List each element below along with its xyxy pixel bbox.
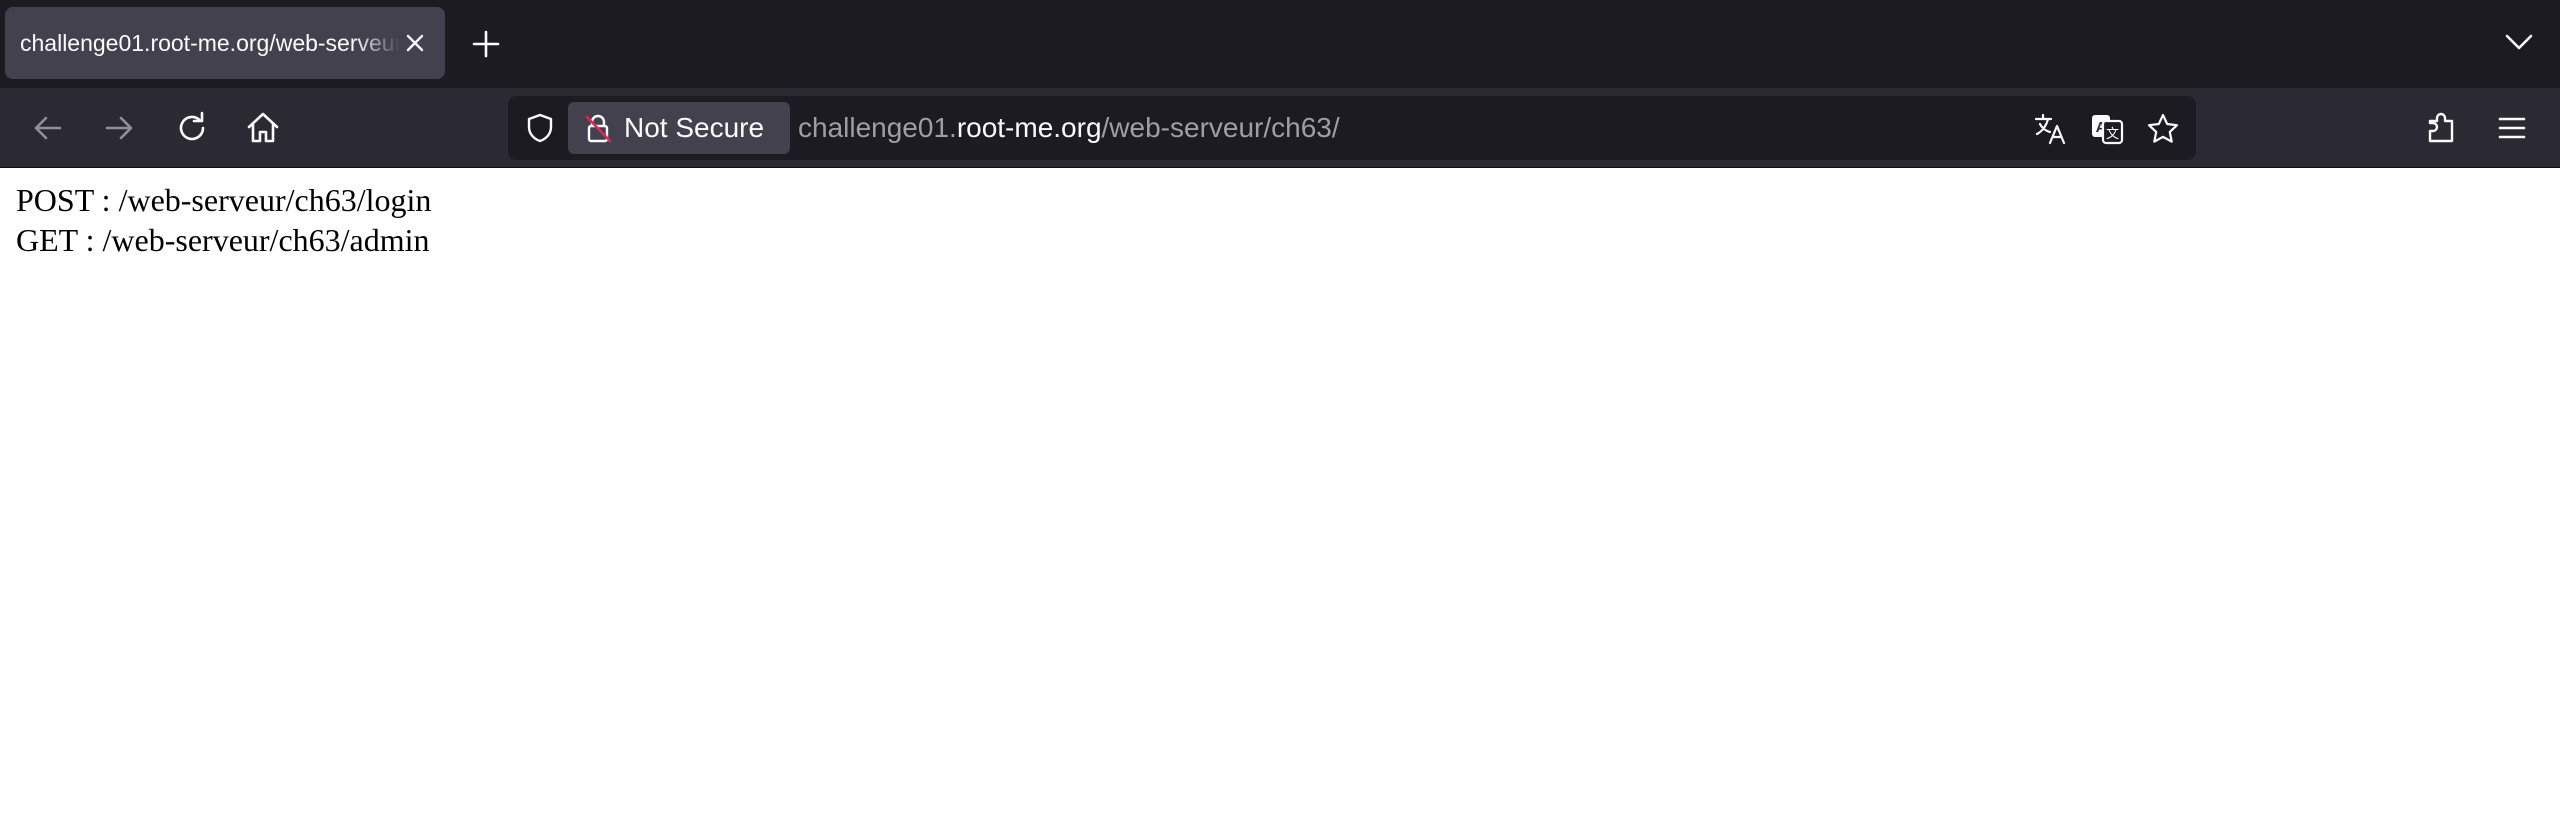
hamburger-menu-icon[interactable]: [2492, 108, 2532, 148]
star-icon[interactable]: [2146, 112, 2180, 146]
plus-icon[interactable]: [470, 28, 502, 60]
site-security-button[interactable]: Not Secure: [568, 102, 790, 154]
not-secure-label: Not Secure: [624, 112, 765, 143]
navigation-toolbar: Not Secure challenge01.root-me.org/web-s…: [0, 88, 2560, 168]
forward-arrow-icon[interactable]: [99, 108, 139, 148]
translate-icon[interactable]: [2034, 112, 2068, 146]
tab-strip: challenge01.root-me.org/web-serveur/ch63…: [0, 0, 2560, 88]
chevron-down-icon[interactable]: [2504, 30, 2534, 54]
tab-title: challenge01.root-me.org/web-serveur/ch63…: [20, 30, 400, 56]
close-icon[interactable]: [401, 29, 429, 57]
shield-icon[interactable]: [524, 112, 556, 144]
home-icon[interactable]: [243, 108, 283, 148]
page-content: POST : /web-serveur/ch63/login GET : /we…: [16, 180, 431, 260]
url-bar[interactable]: Not Secure challenge01.root-me.org/web-s…: [508, 96, 2196, 160]
translate-page-icon[interactable]: A 文: [2090, 112, 2124, 146]
endpoint-line-post: POST : /web-serveur/ch63/login: [16, 182, 432, 218]
reload-icon[interactable]: [172, 108, 212, 148]
back-arrow-icon[interactable]: [28, 108, 68, 148]
active-tab[interactable]: challenge01.root-me.org/web-serveur/ch63…: [5, 7, 445, 79]
url-path: /web-serveur/ch63/: [1101, 112, 1340, 143]
insecure-lock-icon: [582, 112, 614, 144]
url-prefix: challenge01.: [798, 112, 957, 143]
endpoint-line-get: GET : /web-serveur/ch63/admin: [16, 222, 430, 258]
svg-text:文: 文: [2106, 127, 2119, 142]
url-domain: root-me.org: [956, 112, 1102, 143]
url-text[interactable]: challenge01.root-me.org/web-serveur/ch63…: [798, 96, 1340, 160]
extensions-icon[interactable]: [2422, 108, 2462, 148]
